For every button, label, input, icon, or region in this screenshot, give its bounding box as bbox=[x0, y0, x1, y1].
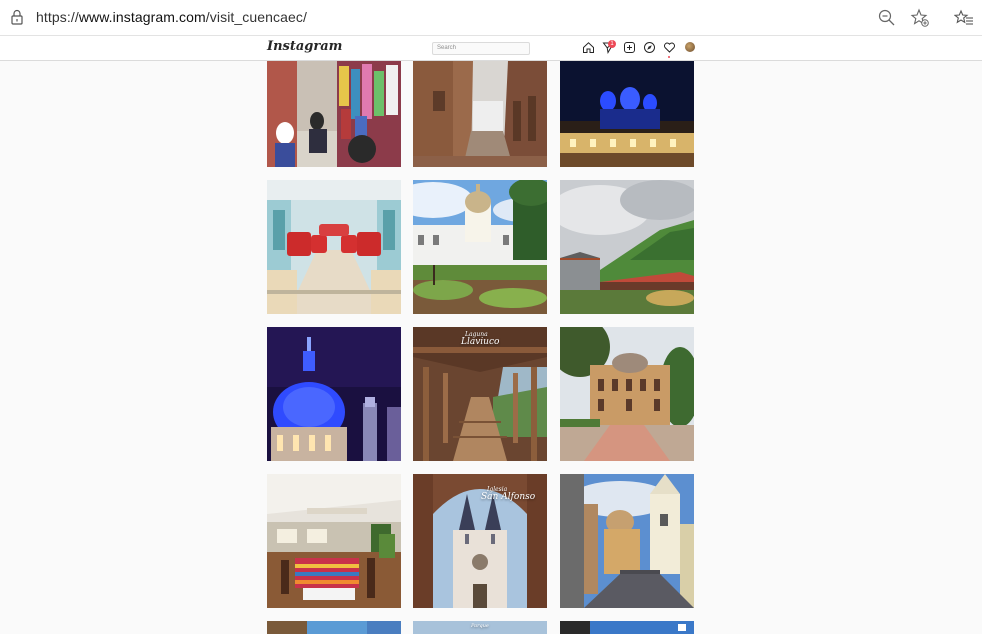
post-blue-cathedral-night[interactable] bbox=[560, 61, 694, 167]
lock-icon[interactable] bbox=[10, 9, 24, 25]
activity-heart-icon[interactable] bbox=[663, 41, 676, 54]
post-partial-sky-2[interactable] bbox=[560, 621, 694, 634]
posts-grid: Laguna Llaviuco Iglesia San Alfonso Parq… bbox=[0, 61, 982, 634]
green-hills-bridge-image bbox=[560, 180, 694, 314]
post-white-church-park[interactable] bbox=[413, 180, 547, 314]
post-partial-sky-1[interactable] bbox=[267, 621, 401, 634]
partial-sign-caption: Parque bbox=[471, 623, 489, 629]
colonial-street-image bbox=[413, 61, 547, 167]
partial-sky-1-image bbox=[267, 621, 401, 634]
notification-badge: 1 bbox=[608, 40, 616, 48]
activity-dot bbox=[668, 56, 670, 58]
post-street-towers[interactable] bbox=[560, 474, 694, 608]
url-host: www.instagram.com bbox=[78, 9, 206, 25]
market-textiles-image bbox=[267, 61, 401, 167]
white-church-park-image bbox=[413, 180, 547, 314]
url-prefix: https:// bbox=[36, 9, 79, 25]
post-church-san-alfonso[interactable]: Iglesia San Alfonso bbox=[413, 474, 547, 608]
post-restaurant-interior[interactable] bbox=[267, 474, 401, 608]
zoom-out-icon[interactable] bbox=[877, 8, 897, 28]
wooden-bridge-llaviuco-image bbox=[413, 327, 547, 461]
post-wooden-bridge-llaviuco[interactable]: Laguna Llaviuco bbox=[413, 327, 547, 461]
add-favorite-icon[interactable] bbox=[910, 8, 930, 28]
new-post-icon[interactable] bbox=[623, 41, 636, 54]
street-towers-image bbox=[560, 474, 694, 608]
llaviuco-caption-big: Llaviuco bbox=[461, 337, 500, 347]
instagram-logo[interactable]: Instagram bbox=[267, 39, 342, 54]
url-field[interactable]: https://www.instagram.com/visit_cuencaec… bbox=[36, 9, 307, 25]
post-colonial-street[interactable] bbox=[413, 61, 547, 167]
san-alfonso-caption-big: San Alfonso bbox=[481, 492, 536, 502]
post-red-seat-tram[interactable] bbox=[267, 180, 401, 314]
search-input[interactable]: Search bbox=[432, 42, 530, 55]
url-path: /visit_cuencaec/ bbox=[205, 9, 308, 25]
blue-cathedral-night-image bbox=[560, 61, 694, 167]
courthouse-plaza-image bbox=[560, 327, 694, 461]
post-blue-dome-closeup[interactable] bbox=[267, 327, 401, 461]
favorites-list-icon[interactable] bbox=[954, 8, 974, 28]
instagram-header: Instagram Search bbox=[0, 36, 982, 61]
explore-icon[interactable] bbox=[643, 41, 656, 54]
red-seat-tram-image bbox=[267, 180, 401, 314]
browser-address-bar: https://www.instagram.com/visit_cuencaec… bbox=[0, 0, 982, 36]
post-courthouse-plaza[interactable] bbox=[560, 327, 694, 461]
post-partial-sign[interactable]: Parque bbox=[413, 621, 547, 634]
home-icon[interactable] bbox=[582, 41, 595, 54]
profile-avatar[interactable] bbox=[685, 42, 695, 52]
post-market-textiles[interactable] bbox=[267, 61, 401, 167]
blue-dome-closeup-image bbox=[267, 327, 401, 461]
post-green-hills-bridge[interactable] bbox=[560, 180, 694, 314]
partial-sky-2-image bbox=[560, 621, 694, 634]
restaurant-interior-image bbox=[267, 474, 401, 608]
